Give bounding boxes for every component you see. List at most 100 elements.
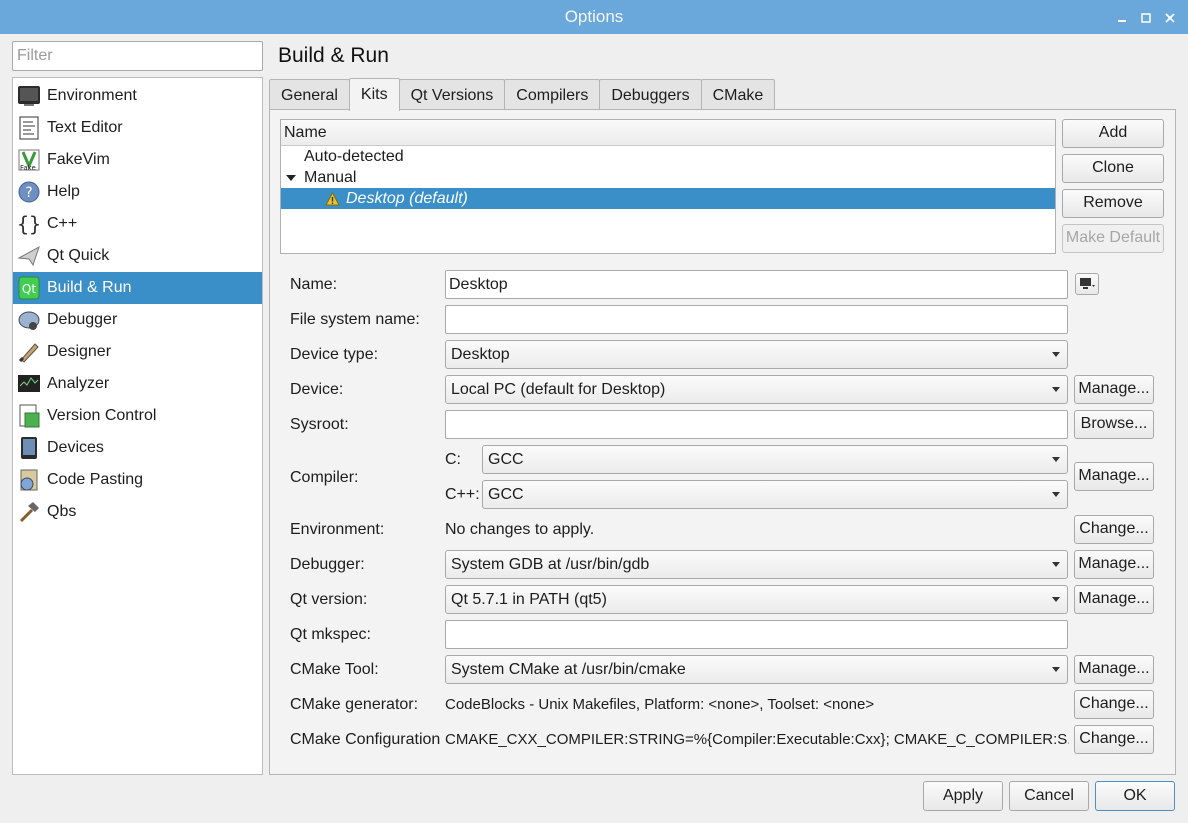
compiler-cxx-select[interactable]: GCC xyxy=(482,480,1068,509)
expand-arrow-icon[interactable] xyxy=(286,175,296,181)
tab-compilers[interactable]: Compilers xyxy=(504,79,601,110)
cmake-config-change-button[interactable]: Change... xyxy=(1074,725,1154,754)
version-control-icon xyxy=(17,404,41,428)
debugger-manage-button[interactable]: Manage... xyxy=(1074,550,1154,579)
cmake-tool-manage-button[interactable]: Manage... xyxy=(1074,655,1154,684)
maximize-icon[interactable] xyxy=(1134,0,1158,34)
sidebar-item-code-pasting[interactable]: Code Pasting xyxy=(13,464,262,496)
add-kit-button[interactable]: Add xyxy=(1062,119,1164,148)
sidebar-item-help[interactable]: ? Help xyxy=(13,176,262,208)
paper-plane-icon xyxy=(17,244,41,268)
compiler-label: Compiler: xyxy=(290,469,359,486)
make-default-button[interactable]: Make Default xyxy=(1062,224,1164,253)
environment-label: Environment: xyxy=(290,521,385,538)
svg-text:{}: {} xyxy=(17,212,41,236)
clone-kit-button[interactable]: Clone xyxy=(1062,154,1164,183)
svg-text:?: ? xyxy=(25,185,32,201)
tab-cmake[interactable]: CMake xyxy=(700,79,776,110)
name-field[interactable]: Desktop xyxy=(445,270,1068,299)
compiler-manage-button[interactable]: Manage... xyxy=(1074,462,1154,491)
window-controls xyxy=(1110,0,1182,34)
chevron-down-icon xyxy=(1052,492,1060,497)
cmake-tool-label: CMake Tool: xyxy=(290,661,379,678)
cancel-button[interactable]: Cancel xyxy=(1009,781,1089,811)
page-title: Build & Run xyxy=(278,44,389,67)
sidebar-item-qbs[interactable]: Qbs xyxy=(13,496,262,528)
chevron-down-icon xyxy=(1052,387,1060,392)
device-manage-button[interactable]: Manage... xyxy=(1074,375,1154,404)
chevron-down-icon xyxy=(1052,457,1060,462)
apply-button[interactable]: Apply xyxy=(923,781,1003,811)
qt-version-select[interactable]: Qt 5.7.1 in PATH (qt5) xyxy=(445,585,1068,614)
debugger-select[interactable]: System GDB at /usr/bin/gdb xyxy=(445,550,1068,579)
compiler-cxx-label: C++: xyxy=(445,486,480,503)
cmake-generator-change-button[interactable]: Change... xyxy=(1074,690,1154,719)
device-type-label: Device type: xyxy=(290,346,379,363)
qt-version-label: Qt version: xyxy=(290,591,368,608)
compiler-c-select[interactable]: GCC xyxy=(482,445,1068,474)
warning-icon xyxy=(325,191,340,212)
sidebar-item-version-control[interactable]: Version Control xyxy=(13,400,262,432)
device-icon xyxy=(17,436,41,460)
environment-change-button[interactable]: Change... xyxy=(1074,515,1154,544)
sidebar-item-build-run[interactable]: Qt Build & Run xyxy=(13,272,262,304)
code-pasting-icon xyxy=(17,468,41,492)
monitor-icon xyxy=(17,84,41,108)
sysroot-field[interactable] xyxy=(445,410,1068,439)
tree-row-auto-detected[interactable]: Auto-detected xyxy=(281,146,1055,167)
ok-button[interactable]: OK xyxy=(1095,781,1175,811)
sidebar-item-environment[interactable]: Environment xyxy=(13,80,262,112)
analyzer-icon xyxy=(17,372,41,396)
chevron-down-icon xyxy=(1052,667,1060,672)
sidebar-item-devices[interactable]: Devices xyxy=(13,432,262,464)
sysroot-browse-button[interactable]: Browse... xyxy=(1074,410,1154,439)
tab-qt-versions[interactable]: Qt Versions xyxy=(398,79,506,110)
debugger-label: Debugger: xyxy=(290,556,365,573)
fs-name-label: File system name: xyxy=(290,311,420,328)
name-label: Name: xyxy=(290,276,338,293)
tab-general[interactable]: General xyxy=(269,79,350,110)
text-document-icon xyxy=(17,116,41,140)
tree-row-desktop-default[interactable]: Desktop (default) xyxy=(281,188,1055,209)
sidebar-item-text-editor[interactable]: Text Editor xyxy=(13,112,262,144)
qt-mkspec-label: Qt mkspec: xyxy=(290,626,371,643)
compiler-c-label: C: xyxy=(445,451,461,468)
braces-icon: {} xyxy=(17,212,41,236)
sidebar-item-cpp[interactable]: {} C++ xyxy=(13,208,262,240)
kit-icon-button[interactable] xyxy=(1075,273,1099,295)
window-titlebar[interactable]: Options xyxy=(0,0,1188,34)
close-icon[interactable] xyxy=(1158,0,1182,34)
sidebar-item-qt-quick[interactable]: Qt Quick xyxy=(13,240,262,272)
cmake-tool-select[interactable]: System CMake at /usr/bin/cmake xyxy=(445,655,1068,684)
sidebar-item-fakevim[interactable]: Fake FakeVim xyxy=(13,144,262,176)
fs-name-field[interactable] xyxy=(445,305,1068,334)
cmake-config-label: CMake Configuration xyxy=(290,731,441,748)
filter-input[interactable]: Filter xyxy=(12,41,263,71)
remove-kit-button[interactable]: Remove xyxy=(1062,189,1164,218)
sidebar-item-debugger[interactable]: Debugger xyxy=(13,304,262,336)
sidebar-item-analyzer[interactable]: Analyzer xyxy=(13,368,262,400)
device-select[interactable]: Local PC (default for Desktop) xyxy=(445,375,1068,404)
fakevim-icon: Fake xyxy=(17,148,41,172)
svg-text:Fake: Fake xyxy=(20,164,36,172)
minimize-icon[interactable] xyxy=(1110,0,1134,34)
qt-version-manage-button[interactable]: Manage... xyxy=(1074,585,1154,614)
kits-tree[interactable]: Name Auto-detected Manual Desktop (defau… xyxy=(280,119,1056,254)
tab-debuggers[interactable]: Debuggers xyxy=(599,79,702,110)
environment-value: No changes to apply. xyxy=(445,521,595,538)
device-type-select[interactable]: Desktop xyxy=(445,340,1068,369)
sidebar-item-designer[interactable]: Designer xyxy=(13,336,262,368)
tab-bar: General Kits Qt Versions Compilers Debug… xyxy=(269,78,776,111)
help-icon: ? xyxy=(17,180,41,204)
designer-brush-icon xyxy=(17,340,41,364)
qt-mkspec-field[interactable] xyxy=(445,620,1068,649)
debugger-icon xyxy=(17,308,41,332)
tab-kits[interactable]: Kits xyxy=(348,78,400,111)
tree-row-manual[interactable]: Manual xyxy=(281,167,1055,188)
cmake-config-value: CMAKE_CXX_COMPILER:STRING=%{Compiler:Exe… xyxy=(445,731,1069,748)
chevron-down-icon xyxy=(1052,597,1060,602)
category-list: Environment Text Editor Fake FakeVim ? H… xyxy=(12,77,263,775)
tree-column-name[interactable]: Name xyxy=(281,120,1055,146)
device-label: Device: xyxy=(290,381,344,398)
hammer-icon xyxy=(17,500,41,524)
